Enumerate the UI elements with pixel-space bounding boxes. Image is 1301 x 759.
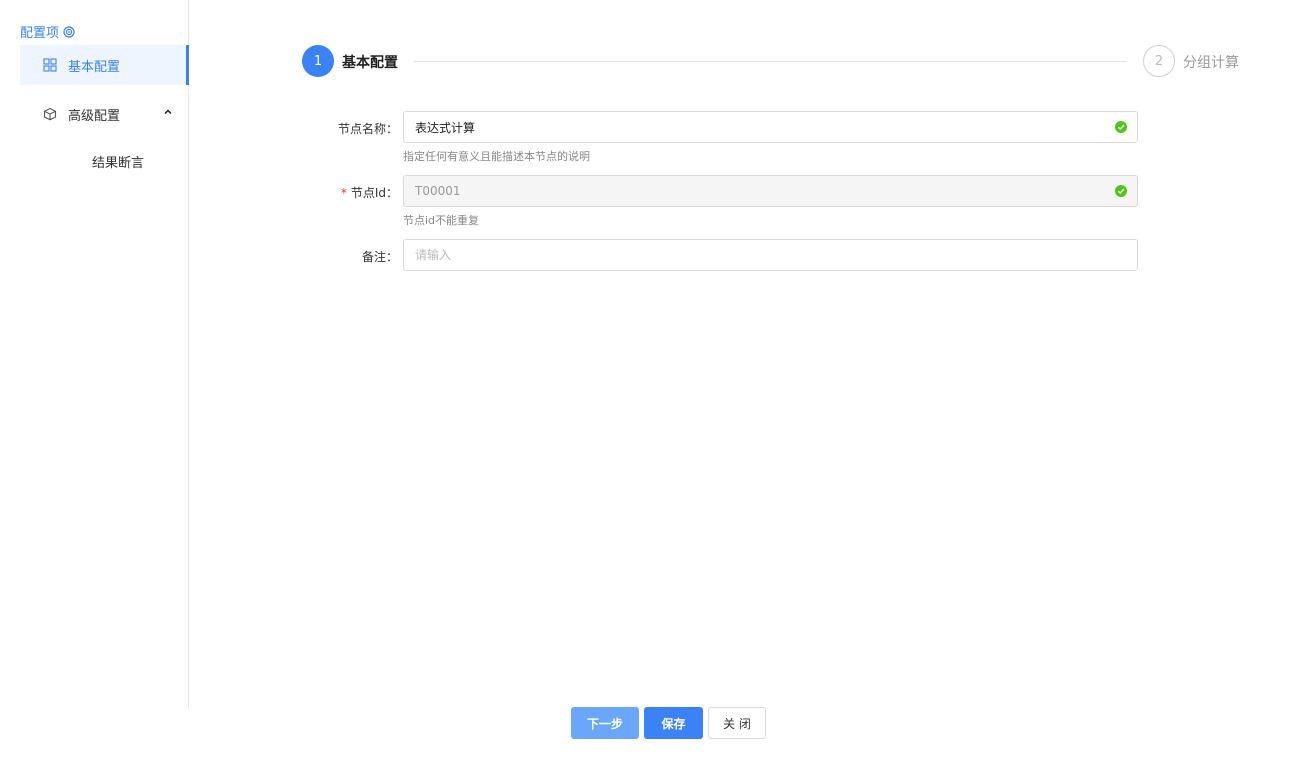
node-name-hint: 指定任何有意义且能描述本节点的说明 bbox=[403, 150, 590, 163]
save-button[interactable]: 保存 bbox=[644, 707, 703, 739]
sidebar-item-label: 基本配置 bbox=[68, 59, 121, 75]
sidebar-item-advanced-config[interactable]: 高级配置 bbox=[20, 94, 189, 134]
step-2-indicator[interactable]: 2 bbox=[1143, 45, 1175, 77]
check-circle-icon bbox=[1115, 185, 1127, 197]
sidebar-item-label: 高级配置 bbox=[68, 108, 121, 124]
sidebar-header: 配置项 bbox=[20, 22, 75, 41]
sidebar-header-label: 配置项 bbox=[20, 26, 60, 41]
step-1-indicator[interactable]: 1 bbox=[302, 45, 334, 77]
step-1-title[interactable]: 基本配置 bbox=[342, 52, 398, 72]
check-circle-icon bbox=[1115, 121, 1127, 133]
node-id-label-text: 节点Id： bbox=[350, 186, 398, 200]
next-step-button[interactable]: 下一步 bbox=[571, 707, 639, 739]
remark-label: 备注： bbox=[361, 250, 398, 264]
step-2-title[interactable]: 分组计算 bbox=[1183, 52, 1239, 72]
steps: 1 基本配置 2 分组计算 bbox=[302, 45, 1242, 77]
cube-icon bbox=[43, 107, 57, 121]
remark-input[interactable] bbox=[404, 240, 1094, 270]
node-id-input[interactable] bbox=[404, 176, 1094, 206]
target-icon[interactable] bbox=[63, 25, 75, 38]
remark-field[interactable] bbox=[403, 239, 1138, 271]
sidebar: 配置项 基本配置 高级配置 结果断言 bbox=[0, 0, 189, 708]
page: 配置项 基本配置 高级配置 结果断言 1 基本配置 2 分组计算 节点名称： 表… bbox=[0, 0, 1301, 759]
node-name-label: 节点名称： bbox=[337, 122, 398, 136]
node-name-input[interactable] bbox=[404, 112, 1094, 142]
sidebar-subitem-result-assertion[interactable]: 结果断言 bbox=[92, 152, 144, 171]
step-connector bbox=[414, 61, 1127, 62]
sidebar-item-basic-config[interactable]: 基本配置 bbox=[20, 45, 189, 85]
node-id-label: * 节点Id： bbox=[341, 184, 398, 201]
node-name-field[interactable] bbox=[403, 111, 1138, 143]
close-button[interactable]: 关 闭 bbox=[708, 707, 766, 739]
node-id-field[interactable] bbox=[403, 175, 1138, 207]
node-id-hint: 节点id不能重复 bbox=[403, 214, 480, 227]
grid-icon bbox=[43, 58, 57, 72]
required-mark: * bbox=[340, 186, 347, 200]
chevron-up-icon[interactable] bbox=[163, 107, 173, 117]
